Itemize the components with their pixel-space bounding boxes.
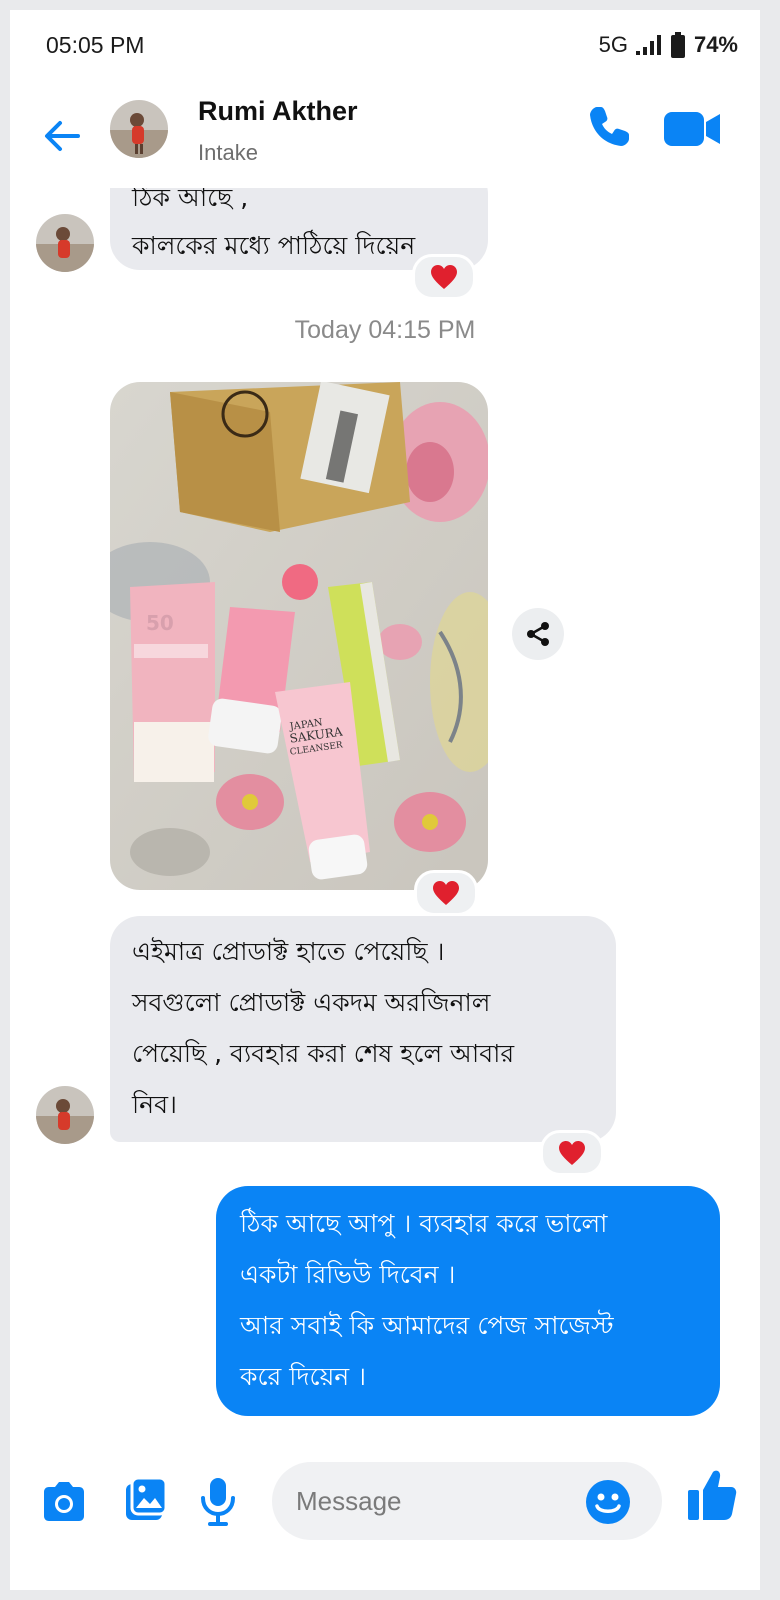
gallery-icon[interactable] [122,1476,170,1524]
thumbs-up-icon[interactable] [686,1468,738,1522]
microphone-icon[interactable] [198,1476,238,1528]
network-label: 5G [598,32,628,57]
status-time: 05:05 PM [46,32,145,58]
message-placeholder: Message [296,1486,402,1516]
share-button[interactable] [512,608,564,660]
sender-avatar[interactable] [36,1086,94,1144]
reaction-badge[interactable] [414,870,478,916]
date-separator: Today 04:15 PM [294,316,476,344]
message-text: ঠিক আছে , [132,188,249,212]
message-composer: Message [10,1450,760,1590]
sender-avatar[interactable] [36,214,94,272]
message-bubble-incoming[interactable]: এইমাত্র প্রোডাক্ট হাতে পেয়েছি । সবগুলো … [110,916,616,1142]
spf-label: 50 [146,611,174,635]
status-bar: 05:05 PM 5G 74% [10,10,760,72]
message-text: নিব। [132,1090,177,1119]
contact-subtitle: Intake [198,140,258,165]
message-text: এইমাত্র প্রোডাক্ট হাতে পেয়েছি । [132,937,445,966]
phone-icon[interactable] [584,102,634,152]
camera-icon[interactable] [40,1480,88,1524]
message-input[interactable]: Message [272,1462,662,1540]
heart-icon [433,881,459,905]
video-icon[interactable] [662,106,722,152]
photo-attachment[interactable]: 50 JAPAN SAKURA CLEANSER [110,382,488,890]
message-text: সবগুলো প্রোডাক্ট একদম অরজিনাল [132,988,491,1017]
messenger-screen: 05:05 PM 5G 74% Rumi Akther Intake ঠিক আ… [10,10,760,1590]
status-indicators: 5G 74% [599,32,738,58]
reaction-badge[interactable] [540,1130,604,1176]
message-list: ঠিক আছে , কালকের মধ্যে পাঠিয়ে দিয়েন To… [10,188,760,1450]
battery-icon [670,32,685,58]
message-text: একটা রিভিউ দিবেন । [240,1260,456,1289]
message-text: আর সবাই কি আমাদের পেজ সাজেস্ট [240,1311,614,1340]
conversation-header: Rumi Akther Intake [10,72,760,188]
reaction-badge[interactable] [412,254,476,300]
message-text: পেয়েছি , ব্যবহার করা শেষ হলে আবার [132,1039,515,1068]
heart-icon [431,265,457,289]
message-bubble-outgoing[interactable]: ঠিক আছে আপু । ব্যবহার করে ভালো একটা রিভি… [216,1186,720,1416]
contact-name[interactable]: Rumi Akther [198,96,358,127]
contact-avatar[interactable] [110,100,168,158]
signal-icon [635,35,661,55]
heart-icon [559,1141,585,1165]
message-text: করে দিয়েন । [240,1362,367,1391]
emoji-icon[interactable] [584,1478,632,1526]
share-icon [527,622,549,646]
back-arrow-icon[interactable] [38,112,86,160]
message-text: ঠিক আছে আপু । ব্যবহার করে ভালো [240,1209,608,1238]
battery-percent: 74% [693,32,738,57]
